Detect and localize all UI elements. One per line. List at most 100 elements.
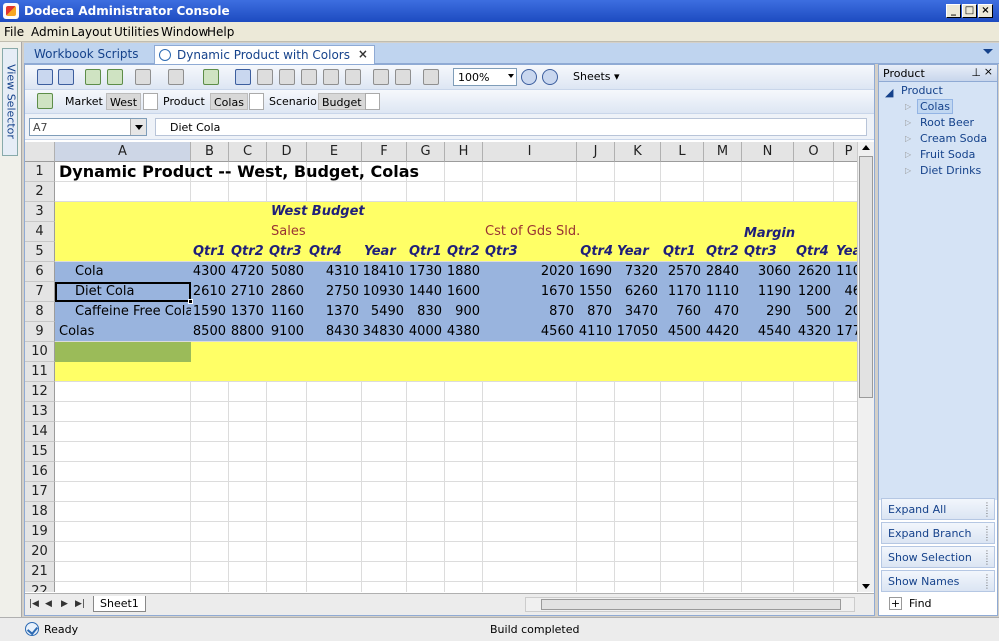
data-cell[interactable]: 870 <box>577 302 612 322</box>
row-header-8[interactable]: 8 <box>25 302 55 322</box>
data-cell[interactable]: 3060 <box>742 262 791 282</box>
print-icon[interactable] <box>135 69 151 85</box>
data-cell[interactable]: 4420 <box>704 322 739 342</box>
data-cell[interactable]: 7320 <box>615 262 658 282</box>
last-sheet-icon[interactable]: ▶| <box>75 599 85 609</box>
tree-node-diet-drinks[interactable]: Diet Drinks <box>920 164 981 177</box>
horizontal-scroll-thumb[interactable] <box>541 599 841 610</box>
data-cell[interactable]: 2570 <box>661 262 701 282</box>
row-label[interactable]: Cola <box>75 262 191 282</box>
data-cell[interactable]: 4000 <box>407 322 442 342</box>
cell-reference-box[interactable]: A7 <box>29 118 147 136</box>
excel-open-icon[interactable] <box>85 69 101 85</box>
column-header-k[interactable]: K <box>615 142 661 162</box>
zoom-in-icon[interactable] <box>521 69 537 85</box>
data-cell[interactable]: 3470 <box>615 302 658 322</box>
row-header-10[interactable]: 10 <box>25 342 55 362</box>
pov-market-selector[interactable] <box>143 93 158 110</box>
data-cell[interactable]: 830 <box>407 302 442 322</box>
pov-market-value[interactable]: West <box>106 93 142 110</box>
data-cell[interactable]: 177 <box>834 322 857 342</box>
row-header-19[interactable]: 19 <box>25 522 55 542</box>
row-header-9[interactable]: 9 <box>25 322 55 342</box>
horizontal-scrollbar[interactable] <box>525 597 855 612</box>
row-header-15[interactable]: 15 <box>25 442 55 462</box>
row-header-17[interactable]: 17 <box>25 482 55 502</box>
data-cell[interactable]: 46 <box>834 282 857 302</box>
row-label[interactable]: Caffeine Free Cola <box>75 302 191 322</box>
column-header-n[interactable]: N <box>742 142 794 162</box>
data-cell[interactable]: 760 <box>661 302 701 322</box>
data-cell[interactable]: 2020 <box>483 262 574 282</box>
data-cell[interactable]: 5080 <box>267 262 304 282</box>
data-cell[interactable]: 20 <box>834 302 857 322</box>
build-icon[interactable] <box>203 69 219 85</box>
row-header-20[interactable]: 20 <box>25 542 55 562</box>
data-cell[interactable]: 4380 <box>445 322 480 342</box>
data-cell[interactable]: 1590 <box>191 302 226 322</box>
data-cell[interactable]: 1190 <box>742 282 791 302</box>
data-cell[interactable]: 1110 <box>704 282 739 302</box>
row-label[interactable]: Colas <box>59 322 191 342</box>
tree-node-root-beer[interactable]: Root Beer <box>920 116 974 129</box>
row-header-16[interactable]: 16 <box>25 462 55 482</box>
row-header-7[interactable]: 7 <box>25 282 55 302</box>
column-header-f[interactable]: F <box>362 142 407 162</box>
data-cell[interactable]: 1670 <box>483 282 574 302</box>
data-cell[interactable]: 500 <box>794 302 831 322</box>
row-header-22[interactable]: 22 <box>25 582 55 592</box>
tab-dynamic-product[interactable]: Dynamic Product with Colors × <box>154 45 375 64</box>
data-cell[interactable]: 4720 <box>229 262 264 282</box>
expand-find-icon[interactable]: + <box>889 597 902 610</box>
pin-icon[interactable]: ⊥ <box>971 66 981 79</box>
data-cell[interactable]: 2710 <box>229 282 264 302</box>
scroll-up-icon[interactable] <box>862 145 870 150</box>
data-cell[interactable]: 1880 <box>445 262 480 282</box>
data-cell[interactable]: 2620 <box>794 262 831 282</box>
retrieve-icon[interactable] <box>235 69 251 85</box>
prev-sheet-icon[interactable]: ◀ <box>45 599 52 609</box>
tab-workbook-scripts[interactable]: Workbook Scripts <box>26 45 147 64</box>
expand-all-button[interactable]: Expand All ⋮ ⋮ <box>881 498 995 520</box>
data-cell[interactable]: 1170 <box>661 282 701 302</box>
spreadsheet-grid[interactable]: A B C D E F G H I J K L M N O P 1 2 3 4 5 6 7 8 9 10 11 12 13 14 15 16 1… <box>25 142 857 592</box>
vertical-scrollbar[interactable] <box>857 142 874 592</box>
menu-window[interactable]: Window <box>161 25 208 39</box>
data-cell[interactable]: 1690 <box>577 262 612 282</box>
row-header-2[interactable]: 2 <box>25 182 55 202</box>
find-row[interactable]: + Find <box>881 595 995 613</box>
column-header-l[interactable]: L <box>661 142 704 162</box>
data-cell[interactable]: 1600 <box>445 282 480 302</box>
data-cell[interactable]: 1730 <box>407 262 442 282</box>
data-cell[interactable]: 1200 <box>794 282 831 302</box>
refresh-icon[interactable] <box>37 93 53 109</box>
data-cell[interactable]: 18410 <box>362 262 404 282</box>
tree-node-fruit-soda[interactable]: Fruit Soda <box>920 148 975 161</box>
data-cell[interactable]: 10930 <box>362 282 404 302</box>
menu-layout[interactable]: Layout <box>71 25 112 39</box>
data-cell[interactable]: 1550 <box>577 282 612 302</box>
data-cell[interactable]: 8800 <box>229 322 264 342</box>
pov-product-value[interactable]: Colas <box>210 93 248 110</box>
row-header-12[interactable]: 12 <box>25 382 55 402</box>
menu-utilities[interactable]: Utilities <box>114 25 159 39</box>
data-cell[interactable]: 8500 <box>191 322 226 342</box>
pov-scenario-selector[interactable] <box>365 93 380 110</box>
data-cell[interactable]: 1370 <box>229 302 264 322</box>
row-header-21[interactable]: 21 <box>25 562 55 582</box>
remove-only-icon[interactable] <box>301 69 317 85</box>
data-cell[interactable]: 1370 <box>307 302 359 322</box>
data-cell[interactable]: 6260 <box>615 282 658 302</box>
data-cell[interactable]: 17050 <box>615 322 658 342</box>
print-preview-icon[interactable] <box>168 69 184 85</box>
data-cell[interactable]: 2610 <box>191 282 226 302</box>
data-cell[interactable]: 110 <box>834 262 857 282</box>
show-selection-button[interactable]: Show Selection ⋮ ⋮ <box>881 546 995 568</box>
zoom-out-icon[interactable] <box>542 69 558 85</box>
expand-branch-button[interactable]: Expand Branch ⋮ ⋮ <box>881 522 995 544</box>
data-cell[interactable]: 4500 <box>661 322 701 342</box>
tree-node-colas[interactable]: Colas <box>917 99 953 114</box>
minimize-button[interactable]: _ <box>946 4 961 18</box>
formula-input[interactable]: Diet Cola <box>155 118 867 136</box>
grid-icon[interactable] <box>395 69 411 85</box>
